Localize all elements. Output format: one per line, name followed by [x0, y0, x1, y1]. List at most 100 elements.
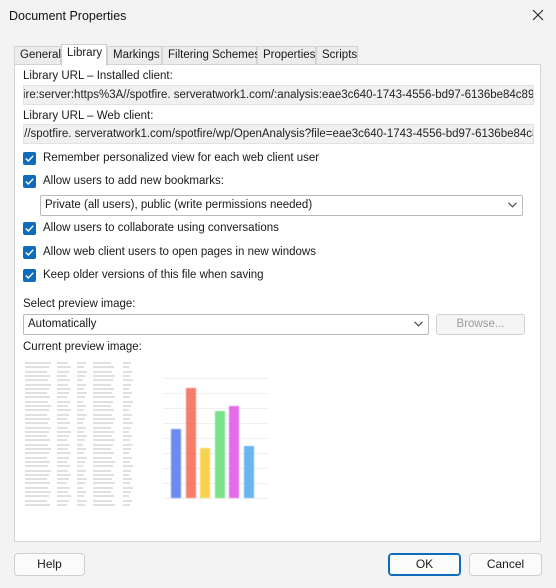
preview-text-line	[93, 379, 113, 382]
preview-text-line	[25, 482, 50, 485]
preview-text-line	[57, 392, 69, 395]
preview-text-line	[25, 460, 50, 463]
preview-text-line	[77, 417, 85, 420]
preview-text-line	[57, 422, 70, 425]
preview-text-line	[93, 473, 114, 476]
preview-text-line	[123, 426, 131, 429]
web-url-field[interactable]: https://spotfire. serveratwork1.com/spot…	[23, 124, 534, 144]
preview-text-line	[25, 456, 47, 459]
tab-properties[interactable]: Properties	[257, 46, 316, 65]
preview-text-line	[123, 495, 129, 498]
preview-text-line	[123, 503, 130, 506]
checkbox-checked-icon	[23, 152, 36, 165]
preview-text-line	[77, 503, 85, 506]
bookmark-permission-select[interactable]: Private (all users), public (write permi…	[40, 195, 523, 216]
tab-markings[interactable]: Markings	[107, 46, 162, 65]
chevron-down-icon	[414, 321, 423, 327]
checkbox-checked-icon	[23, 175, 36, 188]
preview-text-line	[57, 491, 68, 493]
preview-text-line	[25, 374, 50, 377]
preview-text-line	[25, 366, 49, 369]
preview-text-line	[123, 392, 132, 395]
preview-text-line	[123, 486, 133, 489]
preview-bar	[243, 445, 254, 498]
preview-text-line	[123, 396, 130, 399]
select-preview-label: Select preview image:	[23, 298, 136, 310]
preview-text-line	[25, 439, 50, 442]
preview-text-line	[25, 426, 51, 429]
cancel-button[interactable]: Cancel	[469, 553, 542, 576]
preview-bar	[200, 448, 210, 498]
preview-text-line	[93, 405, 111, 407]
preview-text-line	[25, 469, 51, 472]
preview-text-line	[25, 473, 49, 476]
preview-text-line	[123, 374, 130, 377]
preview-text-line	[57, 409, 71, 412]
preview-text-line	[77, 439, 85, 442]
preview-gridline	[163, 393, 268, 394]
preview-text-line	[57, 460, 67, 463]
preview-text-line	[123, 456, 132, 459]
preview-gridline	[163, 378, 268, 379]
preview-text-line	[93, 443, 113, 446]
preview-text-line	[123, 379, 133, 382]
preview-text-line	[77, 495, 84, 498]
preview-text-line	[93, 469, 111, 472]
close-button[interactable]	[526, 4, 550, 28]
preview-text-line	[77, 469, 86, 472]
preview-text-line	[57, 469, 68, 472]
preview-text-line	[123, 430, 129, 433]
library-panel: Library URL – Installed client: spotfire…	[14, 64, 541, 542]
installed-url-field[interactable]: spotfire:server:https%3A//spotfire. serv…	[23, 85, 534, 105]
preview-text-line	[57, 503, 67, 506]
title-bar: Document Properties	[0, 0, 556, 32]
preview-text-line	[25, 448, 51, 450]
preview-text-line	[57, 379, 70, 382]
tab-library[interactable]: Library	[61, 44, 107, 66]
preview-bar	[171, 429, 181, 498]
preview-text-line	[123, 362, 131, 364]
preview-image-select[interactable]: Automatically	[23, 314, 429, 335]
preview-text-line	[77, 465, 83, 468]
preview-text-line	[25, 430, 49, 433]
preview-text-line	[93, 396, 115, 399]
preview-text-line	[93, 448, 111, 450]
tab-general[interactable]: General	[14, 46, 61, 65]
preview-text-line	[123, 482, 130, 485]
preview-text-line	[123, 478, 132, 481]
preview-text-line	[123, 383, 131, 386]
preview-text-line	[25, 465, 48, 468]
preview-text-line	[25, 495, 49, 498]
window-title: Document Properties	[9, 9, 127, 23]
preview-text-line	[123, 405, 131, 407]
preview-text-line	[25, 491, 51, 493]
older-versions-label: Keep older versions of this file when sa…	[43, 269, 264, 281]
preview-text-line	[25, 396, 50, 399]
tab-scripts[interactable]: Scripts	[316, 46, 358, 65]
preview-text-line	[93, 491, 111, 493]
preview-text-line	[93, 439, 115, 442]
browse-button[interactable]: Browse...	[436, 314, 525, 335]
preview-bar	[229, 405, 239, 498]
preview-text-line	[57, 405, 68, 407]
preview-text-line	[77, 460, 85, 463]
preview-text-line	[25, 478, 47, 481]
preview-text-line	[77, 405, 86, 407]
preview-text-line	[77, 491, 86, 493]
installed-url-text: spotfire:server:https%3A//spotfire. serv…	[23, 89, 534, 101]
preview-text-line	[25, 392, 47, 395]
preview-text-line	[123, 452, 129, 455]
preview-text-line	[57, 387, 71, 390]
bookmark-permission-value: Private (all users), public (write permi…	[45, 199, 313, 211]
preview-text-line	[57, 478, 69, 481]
preview-text-line	[77, 486, 83, 489]
preview-text-line	[57, 465, 70, 468]
preview-text-line	[57, 499, 69, 502]
ok-button[interactable]: OK	[388, 553, 461, 576]
preview-text-line	[57, 435, 69, 438]
preview-text-line	[57, 374, 67, 377]
preview-text-line	[57, 366, 71, 369]
help-button[interactable]: Help	[14, 553, 85, 576]
tab-filtering-schemes[interactable]: Filtering Schemes	[162, 46, 260, 65]
preview-text-line	[25, 452, 49, 455]
